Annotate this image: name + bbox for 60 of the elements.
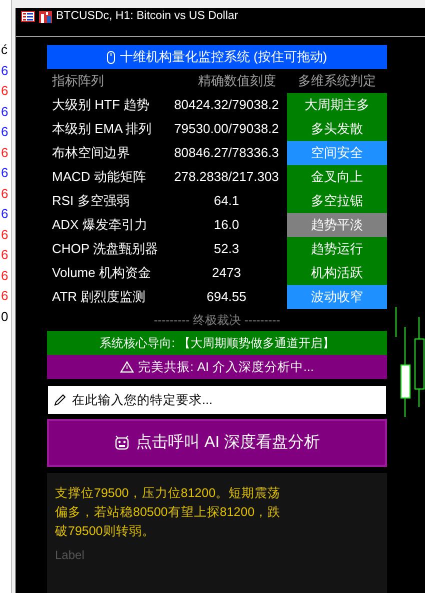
column-header: 精确数值刻度	[197, 72, 277, 90]
ai-analysis-button[interactable]: 点击呼叫 AI 深度看盘分析	[47, 419, 387, 467]
window-title: BTCUSDc, H1: Bitcoin vs US Dollar	[56, 9, 238, 24]
cell-digit: 6	[0, 62, 10, 80]
verdict-tag: 机构活跃	[287, 261, 387, 285]
indicator-name: RSI 多空强弱	[51, 192, 130, 210]
indicator-value: 16.0	[214, 216, 240, 234]
cell-digit: 6	[0, 82, 10, 100]
verdict-tag: 大周期主多	[287, 93, 387, 117]
pencil-icon	[54, 394, 66, 406]
indicator-value: 79530.00/79038.2	[174, 120, 279, 138]
verdict-tag: 趋势运行	[287, 237, 387, 261]
indicator-name: ADX 爆发牵引力	[51, 216, 148, 234]
table-icon	[21, 11, 35, 22]
indicator-value: 694.55	[206, 288, 246, 306]
robot-face-icon	[114, 435, 130, 451]
column-header: 指标阵列	[51, 72, 105, 90]
indicator-value: 2473	[212, 264, 241, 282]
indicator-name: 大级别 HTF 趋势	[51, 96, 150, 114]
analysis-text: 支撑位79500，压力位81200。短期震荡偏多，若站稳80500有望上探81200，跌破79500则转弱。	[55, 485, 282, 540]
verdict-tag: 金叉向上	[287, 165, 387, 189]
verdict-tag: 波动收窄	[287, 285, 387, 309]
mouse-icon	[106, 50, 115, 64]
section-divider-text: --------- 终极裁决 ---------	[152, 312, 282, 329]
verdict-tag: 多空拉锯	[287, 189, 387, 213]
column-header: 多维系统判定	[297, 72, 377, 90]
cell-digit: 6	[0, 266, 10, 284]
indicator-value: 80424.32/79038.2	[174, 96, 279, 114]
panel-title: 十维机构量化监控系统 (按住可拖动)	[120, 48, 328, 66]
indicator-value: 278.2838/217.303	[174, 168, 279, 186]
cell-digit: 6	[0, 123, 10, 141]
indicator-name: 布林空间边界	[51, 144, 131, 162]
cell-digit: 6	[0, 226, 10, 244]
verdict-tag: 趋势平淡	[287, 213, 387, 237]
cell-digit: 6	[0, 102, 10, 120]
indicator-name: ATR 剧烈度监测	[51, 288, 147, 306]
cell-digit: 6	[0, 205, 10, 223]
indicator-value: 64.1	[214, 192, 240, 210]
cell-digit: 6	[0, 287, 10, 305]
cell-digit: 6	[0, 184, 10, 202]
indicator-name: CHOP 洗盘甄别器	[51, 240, 159, 258]
cell-digit: 0	[0, 308, 10, 326]
resonance-text: 完美共振: AI 介入深度分析中...	[138, 358, 314, 376]
cell-digit: 6	[0, 246, 10, 264]
chart-bars-icon	[39, 10, 52, 23]
cell-digit: 6	[0, 144, 10, 162]
indicator-value: 52.3	[214, 240, 240, 258]
label-text: Label	[55, 547, 86, 564]
indicator-value: 80846.27/78336.3	[174, 144, 279, 162]
request-input-field[interactable]: 在此输入您的特定要求...	[48, 386, 386, 414]
indicator-name: Volume 机构资金	[51, 264, 152, 282]
warning-icon	[120, 361, 134, 373]
cell-digit: 6	[0, 164, 10, 182]
panel-title-bar[interactable]: 十维机构量化监控系统 (按住可拖动)	[47, 45, 387, 69]
verdict-tag: 多头发散	[287, 117, 387, 141]
verdict-tag: 空间安全	[287, 141, 387, 165]
indicator-name: MACD 动能矩阵	[51, 168, 147, 186]
core-direction-banner: 系统核心导向: 【大周期顺势做多通道开启】	[47, 331, 387, 355]
indicator-name: 本级别 EMA 排列	[51, 120, 153, 138]
cell-digit: ć	[0, 41, 8, 59]
